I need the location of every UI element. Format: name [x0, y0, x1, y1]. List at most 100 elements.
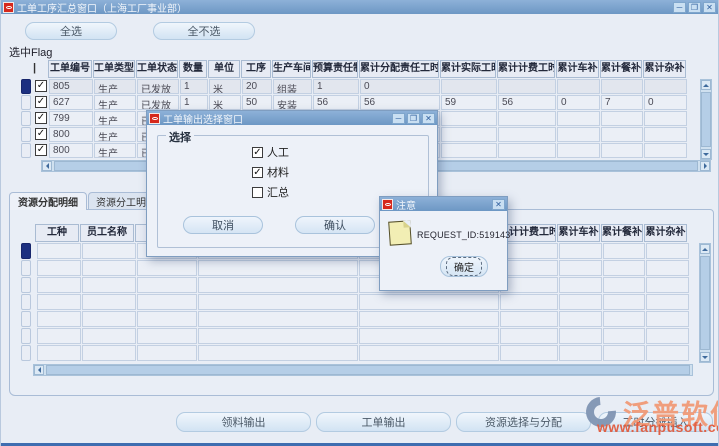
scroll-up-icon[interactable] — [701, 80, 711, 90]
table-cell[interactable]: 组装 — [273, 79, 312, 94]
table-cell[interactable] — [82, 311, 136, 327]
table-cell[interactable] — [646, 311, 689, 327]
table-cell[interactable]: 生产 — [94, 143, 136, 158]
table-cell[interactable] — [559, 345, 602, 361]
table-cell[interactable]: 800 — [49, 143, 93, 158]
select-all-button[interactable]: 全选 — [25, 22, 117, 40]
table-cell[interactable] — [601, 111, 643, 126]
table-cell[interactable]: 800 — [49, 127, 93, 142]
table-cell[interactable] — [198, 277, 358, 293]
row-checkbox[interactable]: ✓ — [35, 128, 47, 140]
table-cell[interactable] — [441, 127, 497, 142]
table-cell[interactable] — [441, 111, 497, 126]
close-button[interactable]: ✕ — [422, 113, 435, 124]
table-cell[interactable]: 20 — [242, 79, 272, 94]
table-cell[interactable] — [646, 243, 689, 259]
material-checkbox[interactable]: ✓ — [252, 167, 263, 178]
table-cell[interactable] — [82, 277, 136, 293]
option-material[interactable]: ✓ 材料 — [252, 164, 289, 180]
table-cell[interactable] — [500, 345, 558, 361]
table-cell[interactable] — [82, 260, 136, 276]
table-cell[interactable] — [137, 294, 197, 310]
option-labor[interactable]: ✓ 人工 — [252, 144, 289, 160]
option-summary[interactable]: 汇总 — [252, 184, 289, 200]
table-cell[interactable] — [500, 277, 558, 293]
table-cell[interactable] — [644, 127, 687, 142]
table-cell[interactable] — [603, 328, 645, 344]
table-cell[interactable] — [557, 127, 600, 142]
ok-button[interactable]: 确定 — [440, 256, 488, 277]
table-cell[interactable] — [498, 127, 556, 142]
scroll-left-icon[interactable] — [42, 161, 52, 171]
table-cell[interactable] — [198, 345, 358, 361]
table-cell[interactable] — [500, 294, 558, 310]
table-cell[interactable] — [359, 328, 499, 344]
table-cell[interactable] — [646, 345, 689, 361]
record-selector[interactable] — [21, 277, 31, 293]
scroll-down-icon[interactable] — [701, 149, 711, 159]
labor-checkbox[interactable]: ✓ — [252, 147, 263, 158]
table-cell[interactable] — [441, 79, 497, 94]
table-cell[interactable] — [603, 345, 645, 361]
table-cell[interactable] — [498, 111, 556, 126]
resource-hscroll-thumb[interactable] — [46, 365, 690, 375]
table-cell[interactable] — [498, 79, 556, 94]
table-cell[interactable]: 米 — [209, 95, 241, 110]
table-cell[interactable] — [603, 260, 645, 276]
table-cell[interactable] — [500, 311, 558, 327]
table-cell[interactable] — [137, 260, 197, 276]
row-checkbox[interactable]: ✓ — [35, 144, 47, 156]
table-cell[interactable] — [498, 143, 556, 158]
table-cell[interactable] — [500, 260, 558, 276]
table-cell[interactable]: 生产 — [94, 95, 136, 110]
table-cell[interactable]: 799 — [49, 111, 93, 126]
minimize-button[interactable]: ─ — [392, 113, 405, 124]
table-cell[interactable] — [37, 277, 81, 293]
table-cell[interactable] — [500, 243, 558, 259]
record-selector[interactable] — [21, 345, 31, 361]
table-cell[interactable] — [137, 345, 197, 361]
resource-vscroll-thumb[interactable] — [700, 256, 710, 350]
table-cell[interactable]: 7 — [601, 95, 643, 110]
table-cell[interactable] — [559, 277, 602, 293]
record-selector[interactable] — [21, 243, 31, 259]
table-cell[interactable] — [137, 277, 197, 293]
table-cell[interactable]: 627 — [49, 95, 93, 110]
deselect-all-button[interactable]: 全不选 — [153, 22, 255, 40]
table-cell[interactable] — [557, 79, 600, 94]
table-cell[interactable] — [82, 243, 136, 259]
table-cell[interactable] — [198, 260, 358, 276]
row-checkbox[interactable]: ✓ — [35, 96, 47, 108]
table-cell[interactable] — [601, 143, 643, 158]
close-button[interactable]: ✕ — [492, 199, 505, 210]
table-cell[interactable] — [82, 345, 136, 361]
table-cell[interactable] — [601, 79, 643, 94]
record-selector[interactable] — [21, 311, 31, 327]
table-cell[interactable] — [646, 294, 689, 310]
record-selector[interactable] — [21, 111, 31, 126]
resource-hscrollbar[interactable] — [33, 364, 693, 376]
table-cell[interactable]: 生产 — [94, 111, 136, 126]
table-cell[interactable]: 生产 — [94, 127, 136, 142]
orders-vscroll-thumb[interactable] — [701, 92, 711, 147]
table-cell[interactable]: 1 — [313, 79, 359, 94]
table-cell[interactable] — [601, 127, 643, 142]
table-cell[interactable] — [198, 328, 358, 344]
tab-resource-allocation[interactable]: 资源分配明细 — [9, 192, 87, 210]
table-cell[interactable]: 米 — [209, 79, 241, 94]
table-cell[interactable] — [559, 260, 602, 276]
row-checkbox[interactable]: ✓ — [35, 112, 47, 124]
table-cell[interactable] — [37, 260, 81, 276]
cancel-button[interactable]: 取消 — [183, 216, 263, 234]
table-cell[interactable]: 1 — [180, 79, 208, 94]
table-cell[interactable]: 50 — [242, 95, 272, 110]
resource-select-button[interactable]: 资源选择与分配 — [456, 412, 591, 432]
table-cell[interactable] — [359, 294, 499, 310]
scroll-down-icon[interactable] — [700, 352, 710, 362]
table-cell[interactable]: 59 — [441, 95, 497, 110]
minimize-button[interactable]: ─ — [673, 2, 686, 13]
confirm-button[interactable]: 确认 — [295, 216, 375, 234]
table-cell[interactable] — [359, 345, 499, 361]
table-cell[interactable] — [603, 277, 645, 293]
record-selector[interactable] — [21, 294, 31, 310]
